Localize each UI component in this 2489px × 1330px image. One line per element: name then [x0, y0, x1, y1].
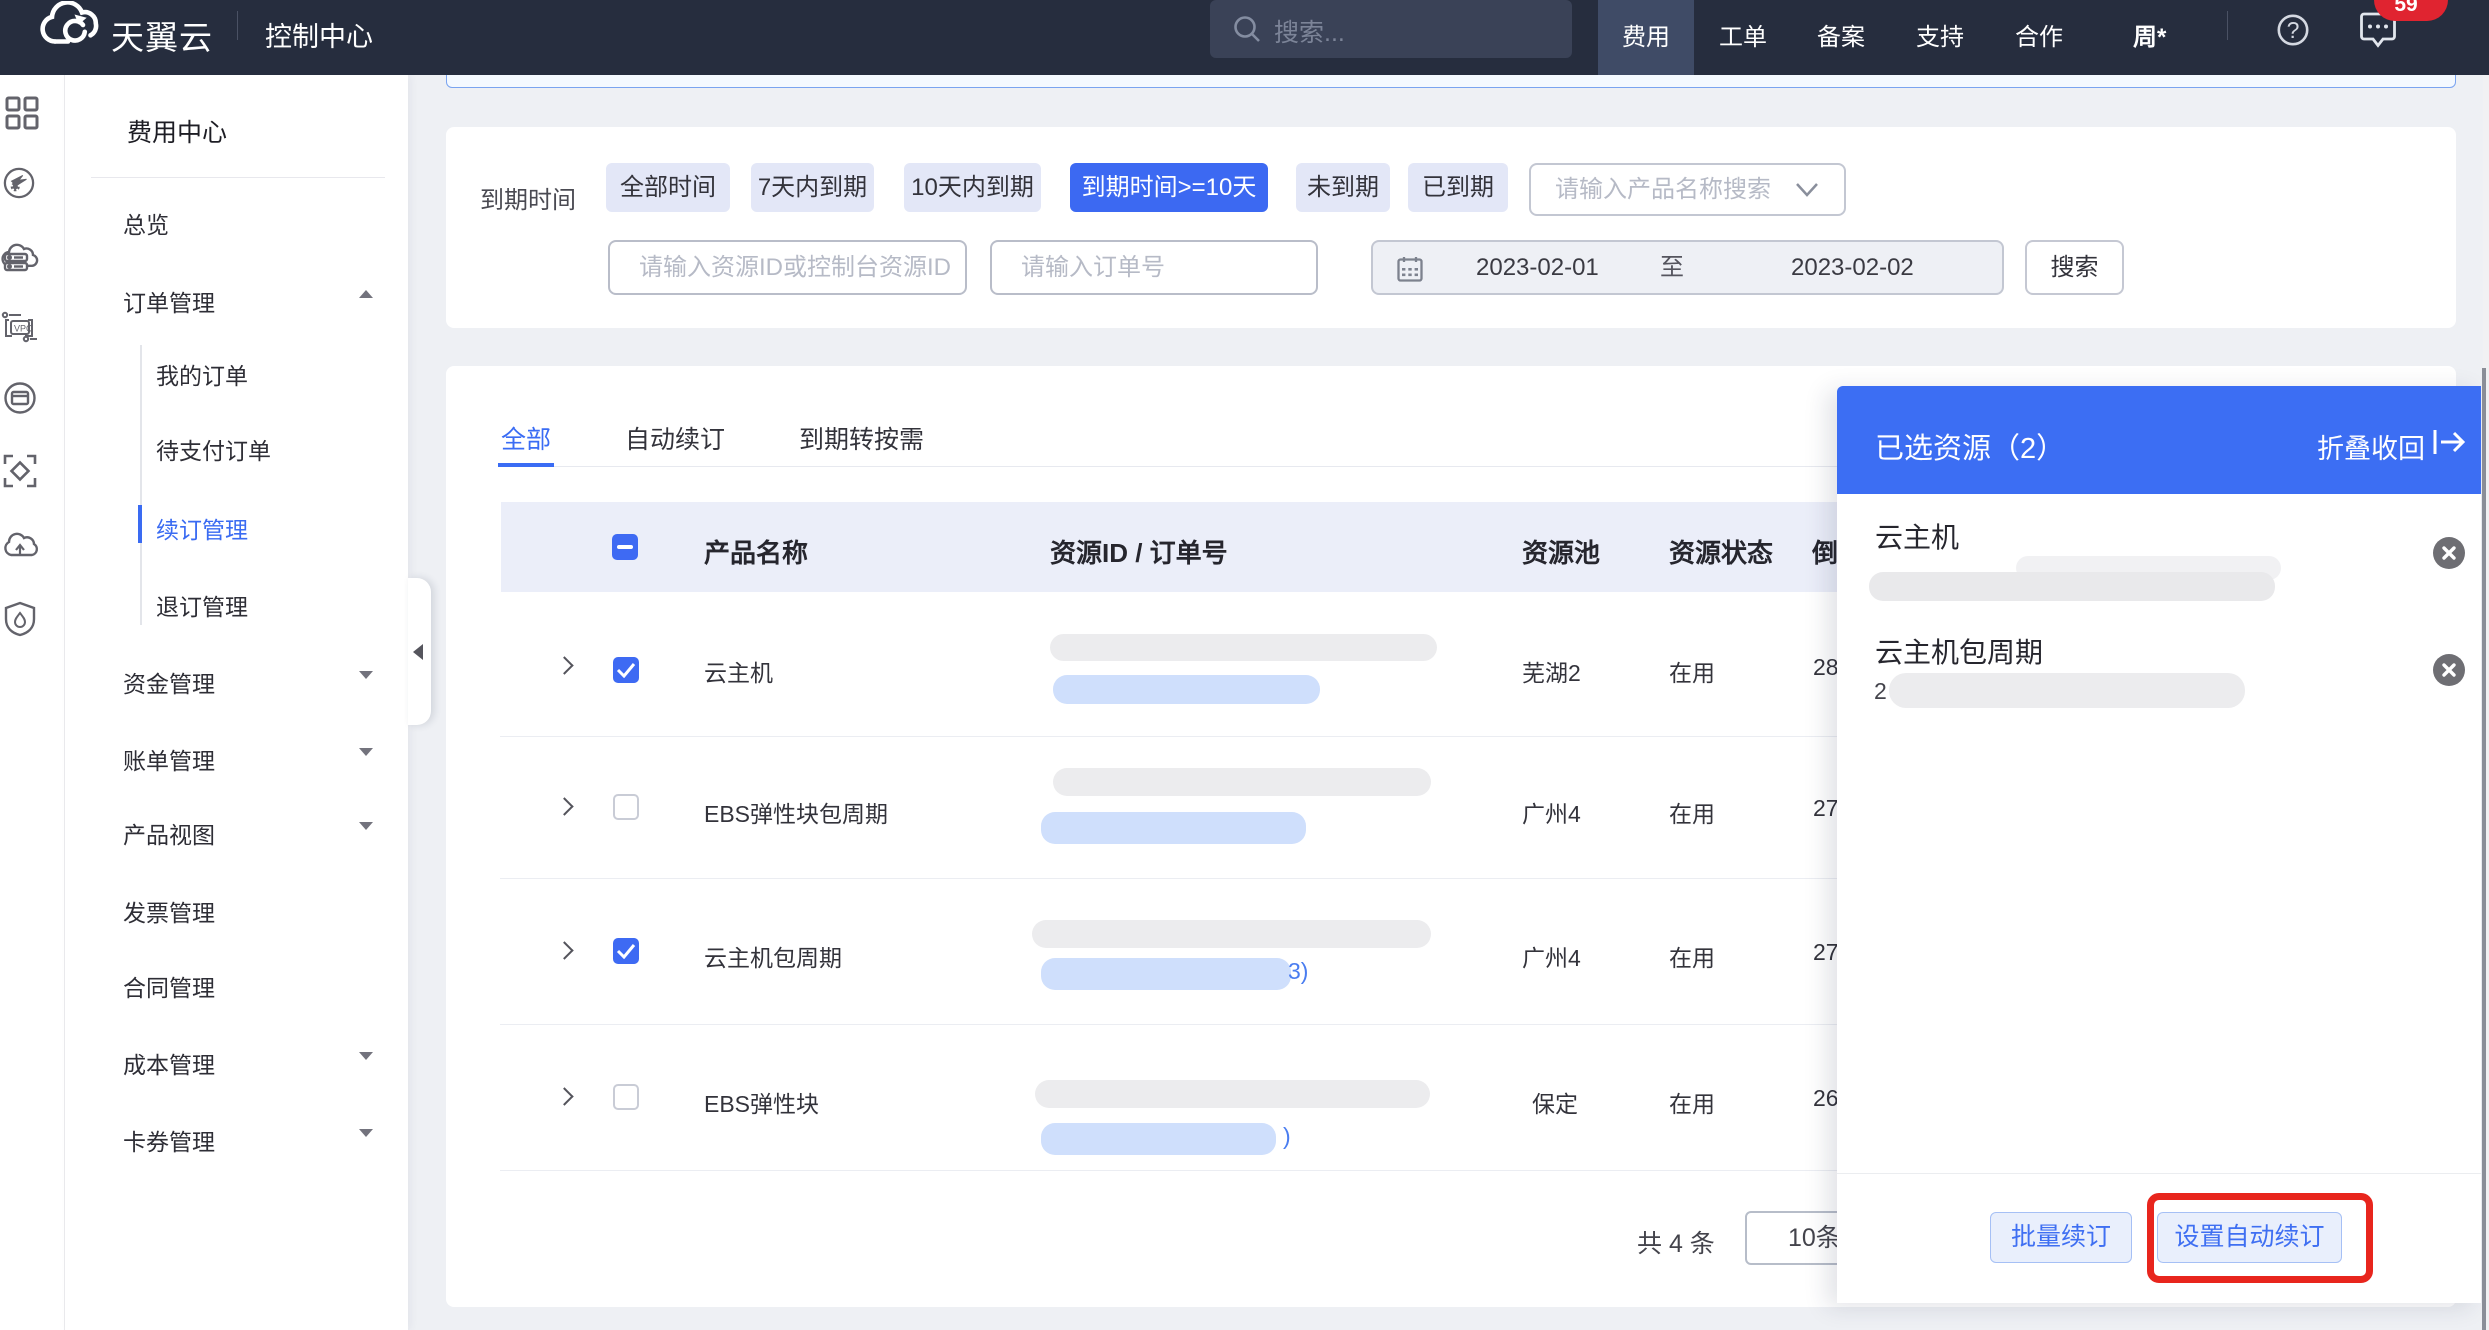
svg-text:VPC: VPC [14, 324, 33, 334]
svg-text:?: ? [2287, 17, 2300, 43]
